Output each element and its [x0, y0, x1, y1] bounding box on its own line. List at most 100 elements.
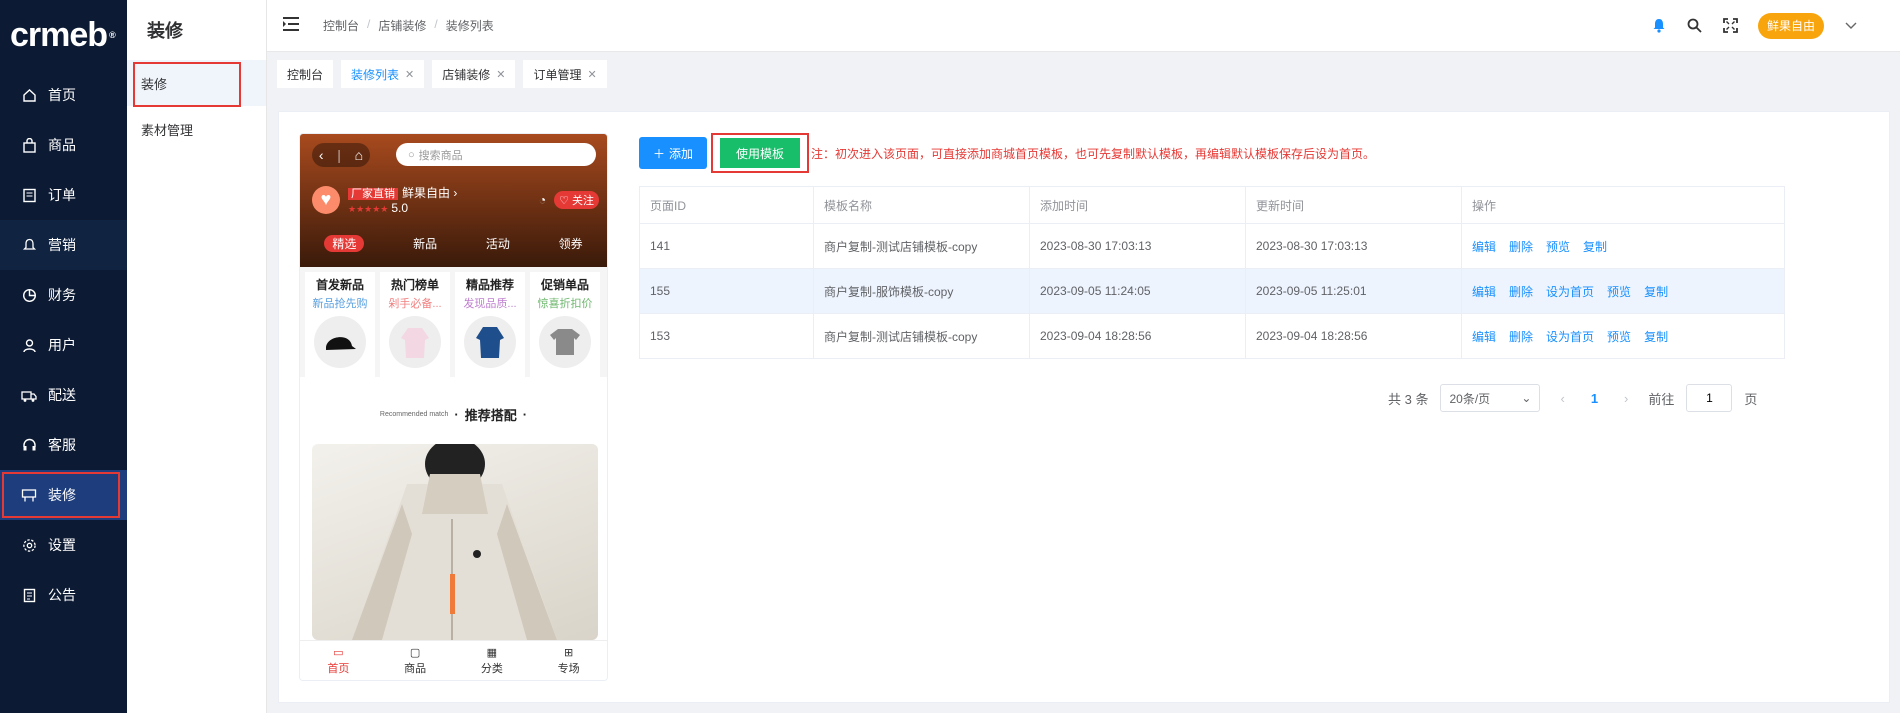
- category-card[interactable]: 促销单品 惊喜折扣价: [530, 272, 600, 377]
- nav-item-user[interactable]: 用户: [0, 320, 127, 370]
- preview-tab[interactable]: 新品: [413, 235, 437, 252]
- preview-tab[interactable]: 精选: [324, 235, 365, 252]
- next-page-icon[interactable]: ›: [1616, 391, 1636, 406]
- sub-sidebar: 装修 装修 素材管理: [127, 0, 267, 713]
- follow-button[interactable]: ♡ 关注: [554, 190, 599, 209]
- tag-order-manage[interactable]: 订单管理 ✕: [523, 60, 607, 88]
- fullscreen-icon[interactable]: [1722, 17, 1740, 35]
- headset-icon[interactable]: ◔: [539, 193, 546, 207]
- close-icon[interactable]: ✕: [496, 68, 505, 81]
- grid-icon: ▦: [486, 646, 498, 659]
- nav-item-bell[interactable]: 营销: [0, 220, 127, 270]
- tag-dashboard[interactable]: 控制台: [277, 60, 334, 88]
- nav-item-truck[interactable]: 配送: [0, 370, 127, 420]
- nav-item-gear[interactable]: 设置: [0, 520, 127, 570]
- preview-tabbar: ▭ 首页 ▢ 商品 ▦ 分类 ⊞ 专场: [300, 640, 607, 680]
- tabbar-goods[interactable]: ▢ 商品: [404, 646, 426, 676]
- store-name[interactable]: 鲜果自由: [402, 186, 450, 200]
- prev-page-icon[interactable]: ‹: [1552, 391, 1572, 406]
- preview-link[interactable]: 预览: [1546, 240, 1570, 254]
- close-icon[interactable]: ✕: [405, 68, 414, 81]
- goto-page-input[interactable]: [1686, 384, 1733, 412]
- store-header: ‹ | ⌂ ○ 搜索商品 ♥ 厂家直销 鲜果自由 › ★★★★★ 5.0 ◔ ♡ 关…: [300, 134, 607, 267]
- table-row: 141 商户复制-测试店铺模板-copy 2023-08-30 17:03:13…: [639, 223, 1785, 269]
- chevron-down-icon[interactable]: [1842, 17, 1860, 35]
- breadcrumb-item: 装修列表: [445, 19, 494, 33]
- col-header: 操作: [1461, 186, 1785, 224]
- jacket-image: [464, 316, 516, 368]
- breadcrumb: 控制台 / 店铺装修 / 装修列表: [323, 17, 494, 34]
- preview-tab[interactable]: 活动: [486, 235, 510, 252]
- page-size-select[interactable]: 20条/页 ⌄: [1440, 384, 1541, 412]
- breadcrumb-item[interactable]: 店铺装修: [378, 17, 426, 34]
- use-template-button[interactable]: 使用模板: [720, 138, 801, 168]
- nav-item-headset[interactable]: 客服: [0, 420, 127, 470]
- nav-item-order[interactable]: 订单: [0, 170, 127, 220]
- nav-item-label: 配送: [48, 387, 76, 403]
- crmeb-logo[interactable]: crmeb ®: [0, 0, 127, 70]
- chevron-down-icon: ⌄: [1521, 391, 1532, 405]
- set-home-link[interactable]: 设为首页: [1546, 285, 1594, 299]
- category-card[interactable]: 精品推荐 发现品质...: [455, 272, 525, 377]
- tag-decor-list[interactable]: 装修列表 ✕: [341, 60, 425, 88]
- notification-bell-icon[interactable]: [1650, 17, 1668, 35]
- plus-icon: ＋: [653, 146, 666, 161]
- preview-tab[interactable]: 领券: [559, 235, 583, 252]
- nav-item-decor[interactable]: 装修: [0, 470, 127, 520]
- nav-item-home[interactable]: 首页: [0, 70, 127, 120]
- mobile-preview: ‹ | ⌂ ○ 搜索商品 ♥ 厂家直销 鲜果自由 › ★★★★★ 5.0 ◔ ♡ 关…: [299, 133, 608, 681]
- pagination: 共 3 条 20条/页⌄ ‹ 1 › 前往 页: [1388, 384, 1757, 412]
- tabbar-home[interactable]: ▭ 首页: [327, 646, 349, 676]
- bell-icon: [20, 236, 38, 254]
- delete-link[interactable]: 删除: [1509, 330, 1533, 344]
- nav-item-label: 客服: [48, 437, 76, 453]
- use-template-highlight: 使用模板: [711, 133, 810, 173]
- table-row: 155 商户复制-服饰模板-copy 2023-09-05 11:24:05 2…: [639, 268, 1785, 314]
- tag-store-decor[interactable]: 店铺装修 ✕: [432, 60, 516, 88]
- recommend-title: Recommended match · 推荐搭配 ·: [379, 407, 528, 423]
- back-icon[interactable]: ‹: [319, 147, 324, 163]
- subnav-item-materials[interactable]: 素材管理: [127, 106, 266, 152]
- recommend-product-image[interactable]: [312, 444, 598, 640]
- tabbar-special[interactable]: ⊞ 专场: [558, 646, 580, 676]
- preview-search-bar[interactable]: ○ 搜索商品: [396, 143, 596, 166]
- preview-link[interactable]: 预览: [1607, 285, 1631, 299]
- nav-item-label: 装修: [48, 487, 76, 503]
- nav-item-label: 订单: [48, 187, 76, 203]
- nav-item-notice[interactable]: 公告: [0, 570, 127, 620]
- store-heart-icon: ♥: [312, 185, 340, 214]
- category-card[interactable]: 热门榜单 剁手必备...: [380, 272, 450, 377]
- hoodie-image: [389, 316, 441, 368]
- user-avatar-badge[interactable]: 鲜果自由: [1757, 12, 1824, 39]
- table-row: 153 商户复制-测试店铺模板-copy 2023-09-04 18:28:56…: [639, 313, 1785, 359]
- capsule-nav[interactable]: ‹ | ⌂: [312, 143, 370, 167]
- edit-link[interactable]: 编辑: [1472, 330, 1496, 344]
- home-icon[interactable]: ⌂: [355, 147, 363, 163]
- add-button[interactable]: ＋添加: [639, 137, 708, 169]
- copy-link[interactable]: 复制: [1583, 240, 1607, 254]
- subnav-item-decor[interactable]: 装修: [127, 60, 266, 107]
- copy-link[interactable]: 复制: [1644, 285, 1668, 299]
- search-icon[interactable]: [1686, 17, 1704, 35]
- delete-link[interactable]: 删除: [1509, 240, 1533, 254]
- close-icon[interactable]: ✕: [588, 68, 597, 81]
- order-icon: [20, 186, 38, 204]
- page-number[interactable]: 1: [1585, 391, 1604, 406]
- delete-link[interactable]: 删除: [1509, 285, 1533, 299]
- tabbar-category[interactable]: ▦ 分类: [481, 646, 503, 676]
- nav-item-bag[interactable]: 商品: [0, 120, 127, 170]
- preview-link[interactable]: 预览: [1607, 330, 1631, 344]
- nav-item-label: 用户: [48, 337, 76, 353]
- bag-icon: ▢: [409, 646, 421, 659]
- menu-toggle-icon[interactable]: [283, 15, 299, 36]
- decor-icon: [20, 486, 38, 504]
- edit-link[interactable]: 编辑: [1472, 240, 1496, 254]
- nav-item-label: 商品: [48, 137, 76, 153]
- category-card[interactable]: 首发新品 新品抢先购: [305, 272, 375, 377]
- set-home-link[interactable]: 设为首页: [1546, 330, 1594, 344]
- tags-view-bar: 控制台 装修列表 ✕ 店铺装修 ✕ 订单管理 ✕: [267, 52, 1900, 96]
- edit-link[interactable]: 编辑: [1472, 285, 1496, 299]
- breadcrumb-item[interactable]: 控制台: [323, 17, 359, 34]
- nav-item-pie[interactable]: 财务: [0, 270, 127, 320]
- copy-link[interactable]: 复制: [1644, 330, 1668, 344]
